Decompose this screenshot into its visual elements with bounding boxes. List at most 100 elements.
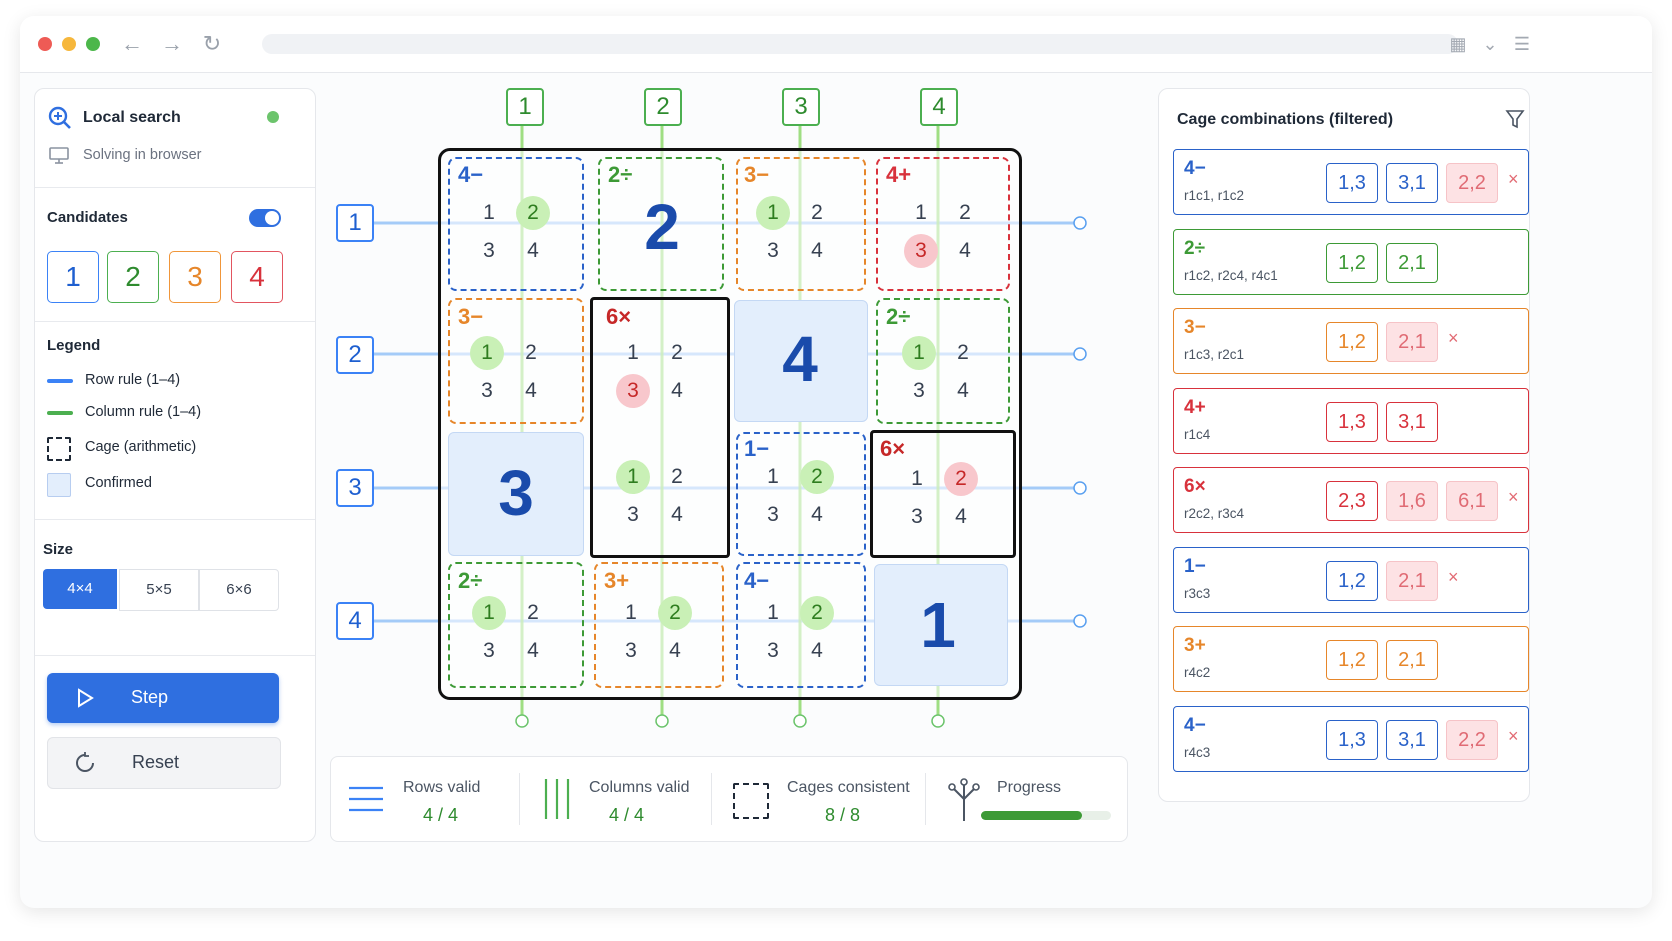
combination-chip[interactable]: 1,3	[1326, 719, 1378, 760]
back-icon[interactable]: ←	[118, 30, 146, 58]
combination-chip[interactable]: 3,1	[1386, 719, 1438, 760]
candidate-digit[interactable]: 2	[514, 336, 548, 370]
candidate-digit[interactable]: 4	[800, 634, 834, 668]
step-button[interactable]: Step	[47, 673, 279, 723]
combination-chip[interactable]: 1,6	[1386, 481, 1438, 521]
candidates-toggle[interactable]	[249, 209, 281, 227]
combination-card[interactable]: 3+ r4c2 1,2 2,1	[1173, 626, 1529, 692]
candidate-digit[interactable]: 2	[658, 596, 692, 630]
candidate-digit[interactable]: 3	[904, 234, 938, 268]
candidate-digit[interactable]: 1	[616, 336, 650, 370]
candidate-digit[interactable]: 1	[904, 196, 938, 230]
candidate-2-button[interactable]: 2	[107, 251, 159, 303]
combination-card[interactable]: 4+ r1c4 1,3 3,1	[1173, 387, 1529, 454]
candidate-digit[interactable]: 1	[756, 460, 790, 494]
combination-chip[interactable]: 1,2	[1326, 560, 1378, 601]
candidate-digit[interactable]: 3	[470, 374, 504, 408]
combination-card[interactable]: 1− r3c3 1,2 2,1 ×	[1173, 546, 1529, 613]
remove-icon[interactable]: ×	[1448, 328, 1459, 349]
candidate-digit[interactable]: 4	[658, 634, 692, 668]
combination-chip[interactable]: 2,2	[1446, 719, 1498, 760]
combination-chip[interactable]: 1,3	[1326, 401, 1378, 442]
candidate-digit[interactable]: 2	[660, 460, 694, 494]
candidate-digit[interactable]: 1	[756, 596, 790, 630]
minimize-window-button[interactable]	[62, 37, 76, 51]
candidate-digit[interactable]: 3	[616, 498, 650, 532]
candidate-digit[interactable]: 4	[516, 634, 550, 668]
candidate-digit[interactable]: 1	[472, 196, 506, 230]
remove-icon[interactable]: ×	[1508, 487, 1519, 508]
candidate-digit[interactable]: 2	[800, 596, 834, 630]
candidate-digit[interactable]: 3	[616, 374, 650, 408]
candidate-digit[interactable]: 4	[800, 498, 834, 532]
size-5x5-button[interactable]: 5×5	[119, 569, 199, 611]
combination-chip[interactable]: 1,2	[1326, 242, 1378, 283]
candidate-4-button[interactable]: 4	[231, 251, 283, 303]
address-bar[interactable]	[262, 34, 1458, 54]
remove-icon[interactable]: ×	[1508, 169, 1519, 190]
candidate-digit[interactable]: 1	[470, 336, 504, 370]
combination-card[interactable]: 2÷ r1c2, r2c4, r4c1 1,2 2,1	[1173, 228, 1529, 295]
combination-chip[interactable]: 2,1	[1386, 560, 1438, 601]
close-window-button[interactable]	[38, 37, 52, 51]
chevron-down-icon[interactable]: ⌄	[1478, 32, 1502, 56]
candidate-digit[interactable]: 2	[800, 196, 834, 230]
candidate-digit[interactable]: 4	[800, 234, 834, 268]
candidate-digit[interactable]: 2	[800, 460, 834, 494]
candidate-digit[interactable]: 4	[514, 374, 548, 408]
combination-card[interactable]: 3− r1c3, r2c1 1,2 2,1 ×	[1173, 308, 1529, 374]
reload-icon[interactable]: ↻	[198, 30, 226, 58]
remove-icon[interactable]: ×	[1508, 726, 1519, 747]
candidate-3-button[interactable]: 3	[169, 251, 221, 303]
candidate-digit[interactable]: 2	[944, 462, 978, 496]
candidate-digit[interactable]: 1	[756, 196, 790, 230]
candidate-digit[interactable]: 3	[902, 374, 936, 408]
maximize-window-button[interactable]	[86, 37, 100, 51]
candidate-digit[interactable]: 2	[516, 196, 550, 230]
candidate-digit[interactable]: 4	[948, 234, 982, 268]
combination-card[interactable]: 4− r1c1, r1c2 1,3 3,1 2,2 ×	[1173, 149, 1529, 215]
candidate-digit[interactable]: 3	[756, 498, 790, 532]
combination-chip[interactable]: 3,1	[1386, 163, 1438, 203]
candidate-digit[interactable]: 4	[516, 234, 550, 268]
candidate-digit[interactable]: 1	[902, 336, 936, 370]
candidate-digit[interactable]: 3	[756, 234, 790, 268]
size-6x6-button[interactable]: 6×6	[199, 569, 279, 611]
combination-chip[interactable]: 1,2	[1326, 322, 1378, 362]
candidate-digit[interactable]: 1	[614, 596, 648, 630]
combination-chip[interactable]: 2,1	[1386, 242, 1438, 283]
combination-card[interactable]: 4− r4c3 1,3 3,1 2,2 ×	[1173, 705, 1529, 772]
combination-card[interactable]: 6× r2c2, r3c4 2,3 1,6 6,1 ×	[1173, 467, 1529, 533]
candidate-digit[interactable]: 4	[660, 374, 694, 408]
candidate-digit[interactable]: 3	[756, 634, 790, 668]
combination-chip[interactable]: 3,1	[1386, 401, 1438, 442]
candidate-digit[interactable]: 3	[472, 234, 506, 268]
candidate-digit[interactable]: 4	[660, 498, 694, 532]
combination-chip[interactable]: 1,3	[1326, 163, 1378, 203]
combination-chip[interactable]: 2,2	[1446, 163, 1498, 203]
combination-chip[interactable]: 2,1	[1386, 322, 1438, 362]
reset-button[interactable]: Reset	[47, 737, 281, 789]
combination-chip[interactable]: 1,2	[1326, 640, 1378, 680]
combination-chip[interactable]: 2,1	[1386, 640, 1438, 680]
combination-chip[interactable]: 2,3	[1326, 481, 1378, 521]
candidate-digit[interactable]: 2	[660, 336, 694, 370]
candidate-digit[interactable]: 2	[946, 336, 980, 370]
candidate-digit[interactable]: 4	[946, 374, 980, 408]
grid-view-icon[interactable]: ▦	[1446, 32, 1470, 56]
size-4x4-button[interactable]: 4×4	[43, 569, 117, 609]
forward-icon[interactable]: →	[158, 30, 186, 58]
candidate-digit[interactable]: 1	[900, 462, 934, 496]
candidate-digit[interactable]: 1	[472, 596, 506, 630]
candidate-digit[interactable]: 2	[948, 196, 982, 230]
candidate-digit[interactable]: 2	[516, 596, 550, 630]
candidate-digit[interactable]: 4	[944, 500, 978, 534]
candidate-digit[interactable]: 3	[900, 500, 934, 534]
combination-chip[interactable]: 6,1	[1446, 481, 1498, 521]
candidate-digit[interactable]: 1	[616, 460, 650, 494]
candidate-digit[interactable]: 3	[472, 634, 506, 668]
candidate-digit[interactable]: 3	[614, 634, 648, 668]
filter-icon[interactable]	[1505, 109, 1525, 129]
remove-icon[interactable]: ×	[1448, 567, 1459, 588]
menu-icon[interactable]: ☰	[1510, 32, 1534, 56]
